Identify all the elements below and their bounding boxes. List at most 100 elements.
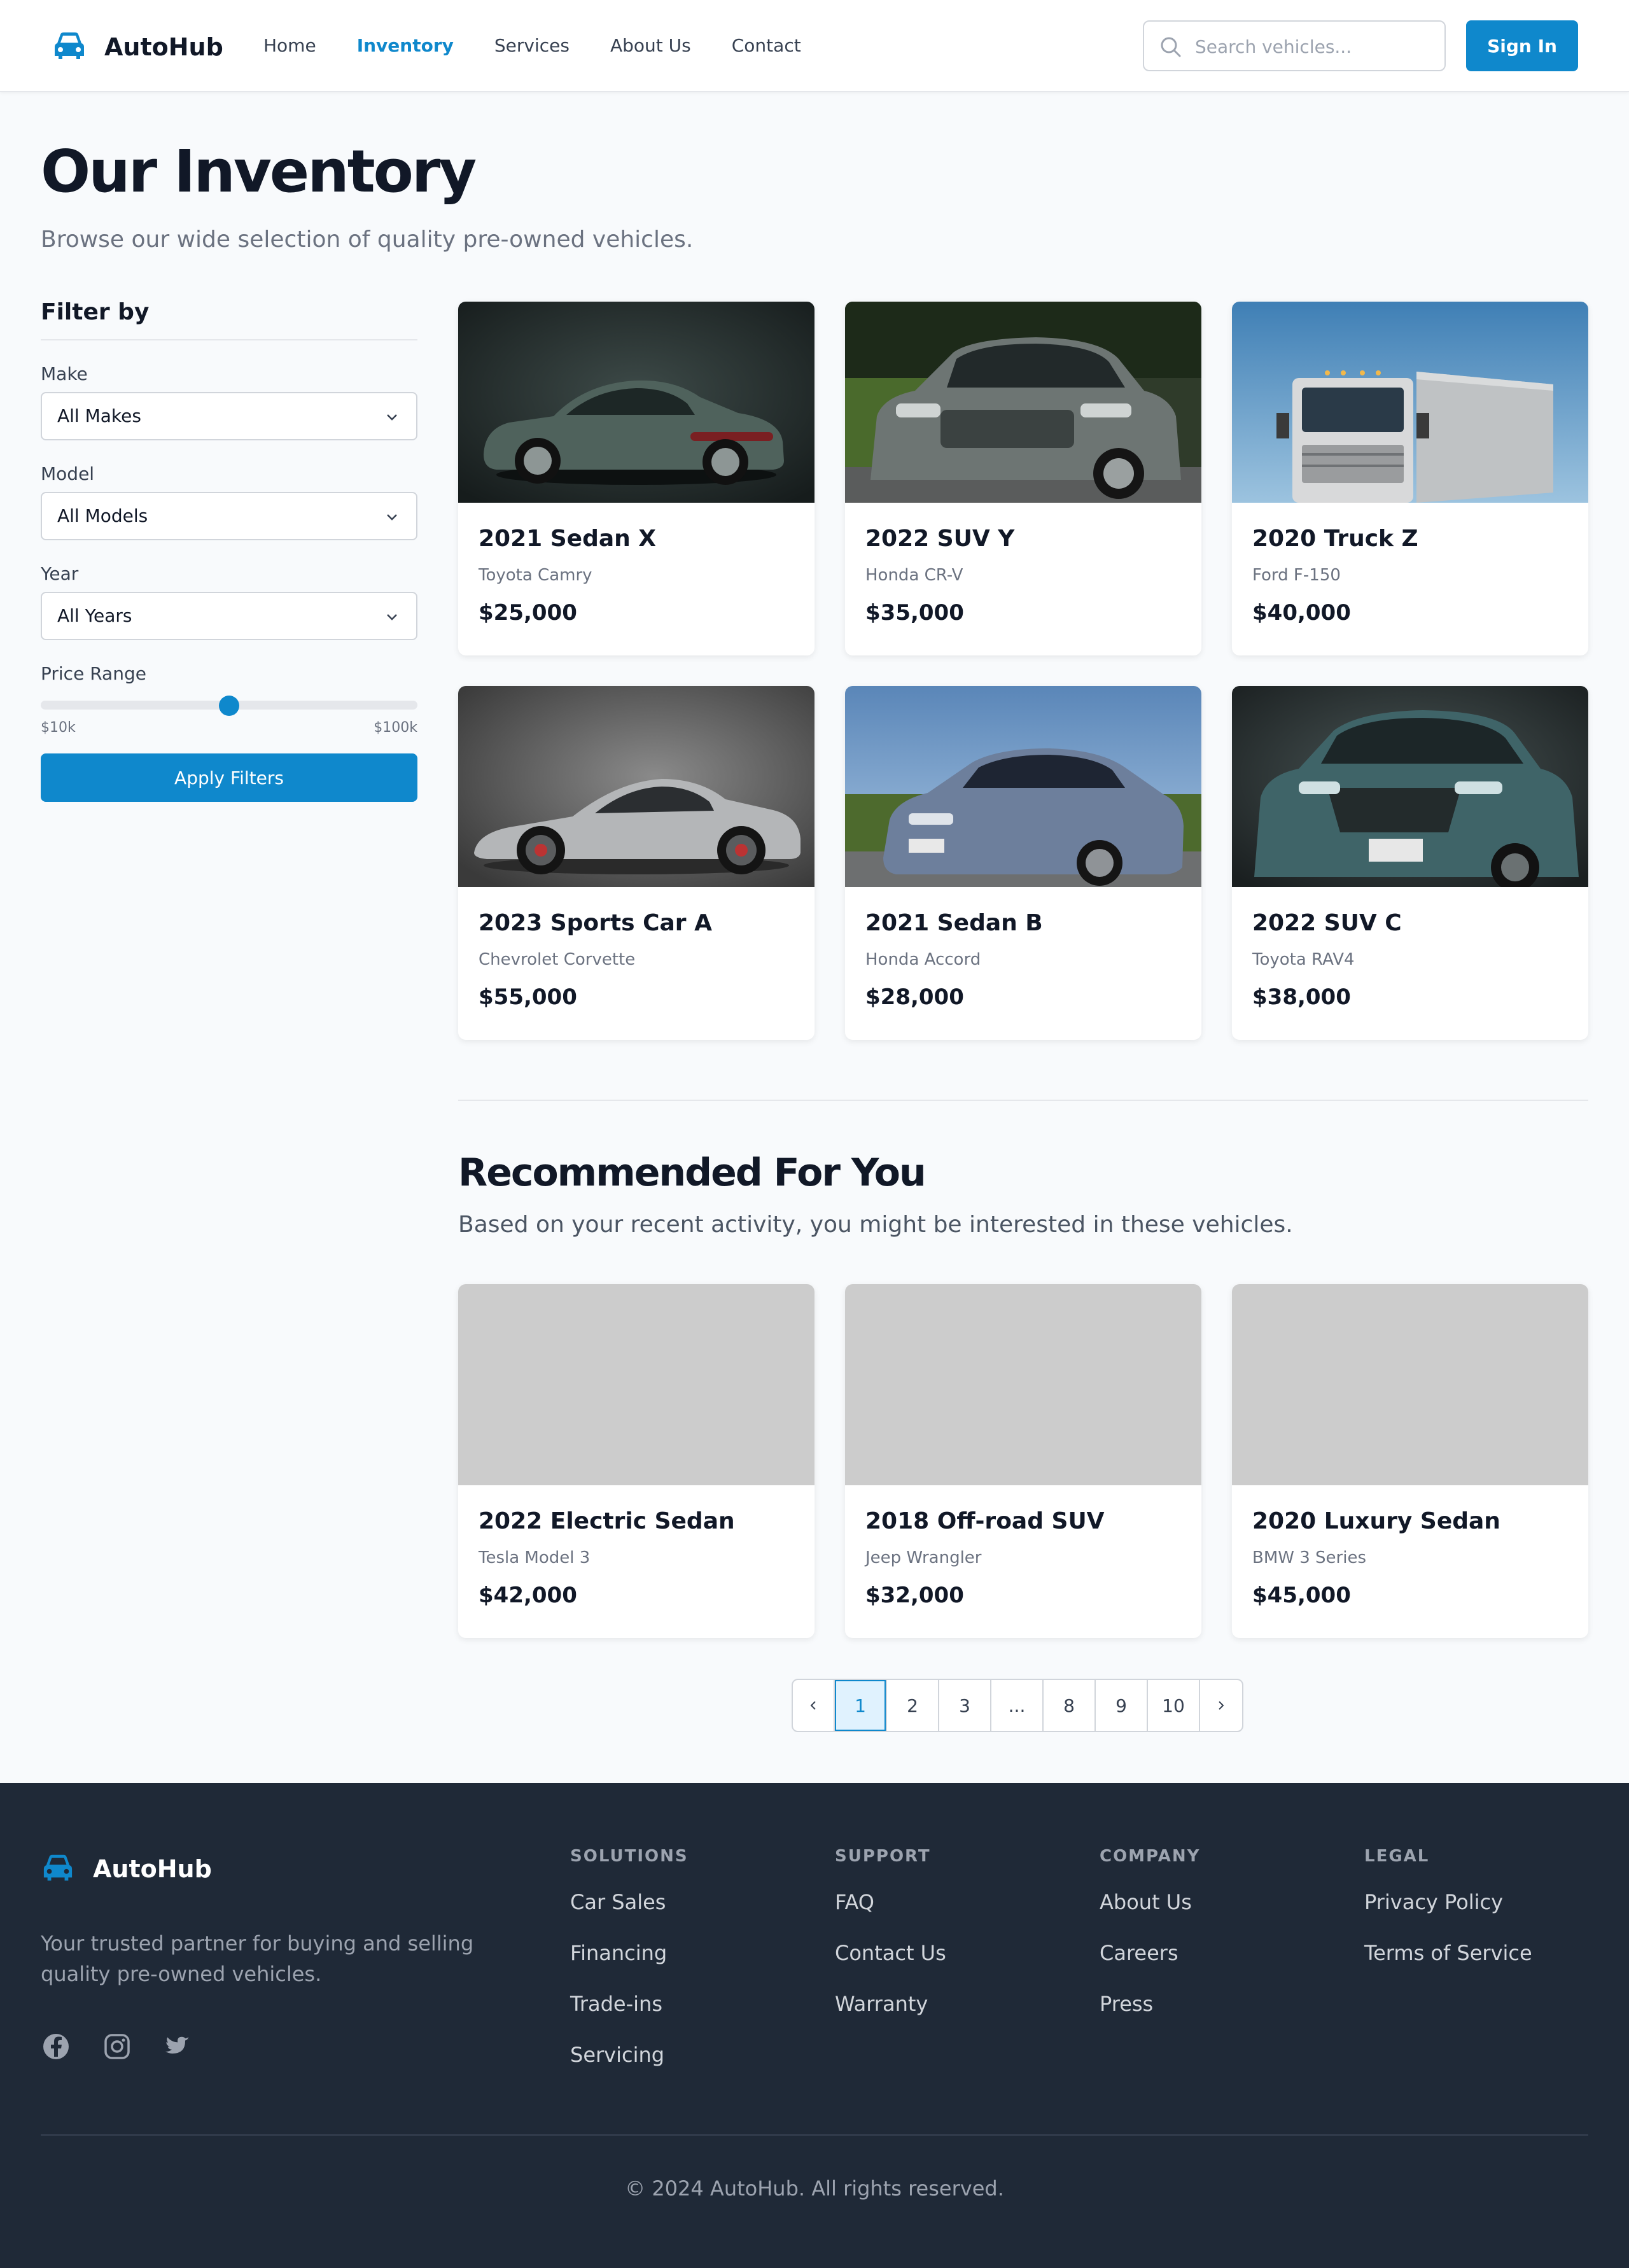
page-button-3[interactable]: 3 (939, 1680, 991, 1731)
nav-services[interactable]: Services (494, 33, 570, 59)
facebook-icon[interactable] (41, 2031, 71, 2062)
recommended-title: Recommended For You (458, 1151, 926, 1195)
recommended-subtitle: Based on your recent activity, you might… (458, 1212, 1293, 1238)
vehicle-card[interactable]: 2020 Luxury Sedan BMW 3 Series $45,000 (1232, 1284, 1588, 1638)
filter-sidebar: Filter by Make All Makes Model All Model… (41, 299, 417, 802)
vehicle-price: $45,000 (1252, 1583, 1351, 1608)
vehicle-title[interactable]: 2020 Truck Z (1252, 526, 1568, 552)
vehicle-image-placeholder[interactable] (845, 1284, 1201, 1485)
vehicle-card[interactable]: 2022 SUV Y Honda CR-V $35,000 (845, 302, 1201, 655)
vehicle-price: $40,000 (1252, 600, 1351, 626)
footer-link[interactable]: Contact Us (835, 1938, 946, 1968)
vehicle-card[interactable]: 2018 Off-road SUV Jeep Wrangler $32,000 (845, 1284, 1201, 1638)
footer-link[interactable]: FAQ (835, 1887, 946, 1917)
vehicle-card[interactable]: 2022 Electric Sedan Tesla Model 3 $42,00… (458, 1284, 814, 1638)
nav-about-us[interactable]: About Us (610, 33, 691, 59)
previous-page-button[interactable] (793, 1680, 835, 1731)
footer-link[interactable]: Terms of Service (1364, 1938, 1532, 1968)
price-min-label: $10k (41, 720, 76, 736)
vehicle-price: $38,000 (1252, 984, 1351, 1010)
vehicle-title[interactable]: 2022 SUV Y (865, 526, 1181, 552)
brand-logo[interactable]: AutoHub (52, 29, 223, 65)
car-icon (52, 29, 87, 65)
slider-thumb[interactable] (219, 696, 239, 716)
footer-link[interactable]: Careers (1100, 1938, 1200, 1968)
footer-link[interactable]: About Us (1100, 1887, 1200, 1917)
page-button-10[interactable]: 10 (1148, 1680, 1200, 1731)
footer-brand-name: AutoHub (93, 1855, 212, 1883)
vehicle-title[interactable]: 2021 Sedan X (479, 526, 794, 552)
footer-brand-logo[interactable]: AutoHub (41, 1852, 212, 1886)
vehicle-card[interactable]: 2021 Sedan B Honda Accord $28,000 (845, 686, 1201, 1040)
vehicle-model: Honda CR-V (865, 566, 963, 585)
page-button-9[interactable]: 9 (1096, 1680, 1148, 1731)
footer-column-solutions: SOLUTIONS Car Sales Financing Trade-ins … (570, 1847, 689, 2069)
vehicle-image-placeholder[interactable] (1232, 1284, 1588, 1485)
pagination: 1 2 3 ... 8 9 10 (792, 1679, 1243, 1732)
inventory-grid: 2021 Sedan X Toyota Camry $25,000 2022 S… (458, 302, 1588, 1040)
footer-link[interactable]: Privacy Policy (1364, 1887, 1532, 1917)
vehicle-model: Jeep Wrangler (865, 1548, 982, 1567)
footer-link[interactable]: Servicing (570, 2040, 689, 2069)
filter-heading: Filter by (41, 299, 417, 340)
footer-link[interactable]: Car Sales (570, 1887, 689, 1917)
page-button-2[interactable]: 2 (887, 1680, 939, 1731)
search-box[interactable] (1143, 20, 1446, 71)
sign-in-button[interactable]: Sign In (1466, 20, 1578, 71)
chevron-right-icon (1215, 1695, 1227, 1716)
footer-column-title: SOLUTIONS (570, 1847, 689, 1866)
vehicle-title[interactable]: 2021 Sedan B (865, 910, 1181, 936)
make-select-value: All Makes (57, 405, 141, 426)
search-input[interactable] (1195, 31, 1437, 62)
recommended-grid: 2022 Electric Sedan Tesla Model 3 $42,00… (458, 1284, 1588, 1638)
vehicle-title[interactable]: 2020 Luxury Sedan (1252, 1508, 1568, 1534)
vehicle-image[interactable] (458, 302, 814, 503)
vehicle-image[interactable] (845, 302, 1201, 503)
vehicle-title[interactable]: 2023 Sports Car A (479, 910, 794, 936)
price-range-slider[interactable] (41, 692, 417, 717)
vehicle-price: $35,000 (865, 600, 964, 626)
vehicle-image-placeholder[interactable] (458, 1284, 814, 1485)
vehicle-model: Ford F-150 (1252, 566, 1341, 585)
vehicle-card[interactable]: 2023 Sports Car A Chevrolet Corvette $55… (458, 686, 814, 1040)
vehicle-image[interactable] (845, 686, 1201, 887)
page-title: Our Inventory (41, 137, 477, 206)
apply-filters-button[interactable]: Apply Filters (41, 753, 417, 802)
page-subtitle: Browse our wide selection of quality pre… (41, 227, 694, 253)
page-button-8[interactable]: 8 (1044, 1680, 1096, 1731)
vehicle-title[interactable]: 2022 SUV C (1252, 910, 1568, 936)
footer-link[interactable]: Trade-ins (570, 1989, 689, 2019)
page-button-1[interactable]: 1 (835, 1680, 887, 1731)
vehicle-image[interactable] (1232, 302, 1588, 503)
vehicle-model: BMW 3 Series (1252, 1548, 1367, 1567)
vehicle-card[interactable]: 2022 SUV C Toyota RAV4 $38,000 (1232, 686, 1588, 1040)
vehicle-card[interactable]: 2020 Truck Z Ford F-150 $40,000 (1232, 302, 1588, 655)
vehicle-title[interactable]: 2018 Off-road SUV (865, 1508, 1181, 1534)
vehicle-image[interactable] (458, 686, 814, 887)
social-links (41, 2031, 224, 2062)
year-select[interactable]: All Years (41, 592, 417, 640)
footer-column-title: LEGAL (1364, 1847, 1430, 1866)
vehicle-card[interactable]: 2021 Sedan X Toyota Camry $25,000 (458, 302, 814, 655)
instagram-icon[interactable] (102, 2031, 132, 2062)
footer-link[interactable]: Warranty (835, 1989, 946, 2019)
make-select[interactable]: All Makes (41, 392, 417, 440)
vehicle-price: $25,000 (479, 600, 577, 626)
vehicle-model: Chevrolet Corvette (479, 950, 636, 969)
model-label: Model (41, 463, 95, 484)
footer-column-company: COMPANY About Us Careers Press (1100, 1847, 1200, 2019)
footer-link[interactable]: Press (1100, 1989, 1200, 2019)
nav-inventory[interactable]: Inventory (357, 33, 454, 59)
vehicle-image[interactable] (1232, 686, 1588, 887)
footer-link[interactable]: Financing (570, 1938, 689, 1968)
vehicle-price: $32,000 (865, 1583, 964, 1608)
footer-column-support: SUPPORT FAQ Contact Us Warranty (835, 1847, 946, 2019)
next-page-button[interactable] (1200, 1680, 1242, 1731)
price-range-label: Price Range (41, 663, 146, 684)
nav-contact[interactable]: Contact (732, 33, 801, 59)
vehicle-title[interactable]: 2022 Electric Sedan (479, 1508, 794, 1534)
twitter-icon[interactable] (163, 2031, 193, 2062)
brand-name: AutoHub (104, 33, 223, 61)
nav-home[interactable]: Home (263, 33, 316, 59)
model-select[interactable]: All Models (41, 492, 417, 540)
